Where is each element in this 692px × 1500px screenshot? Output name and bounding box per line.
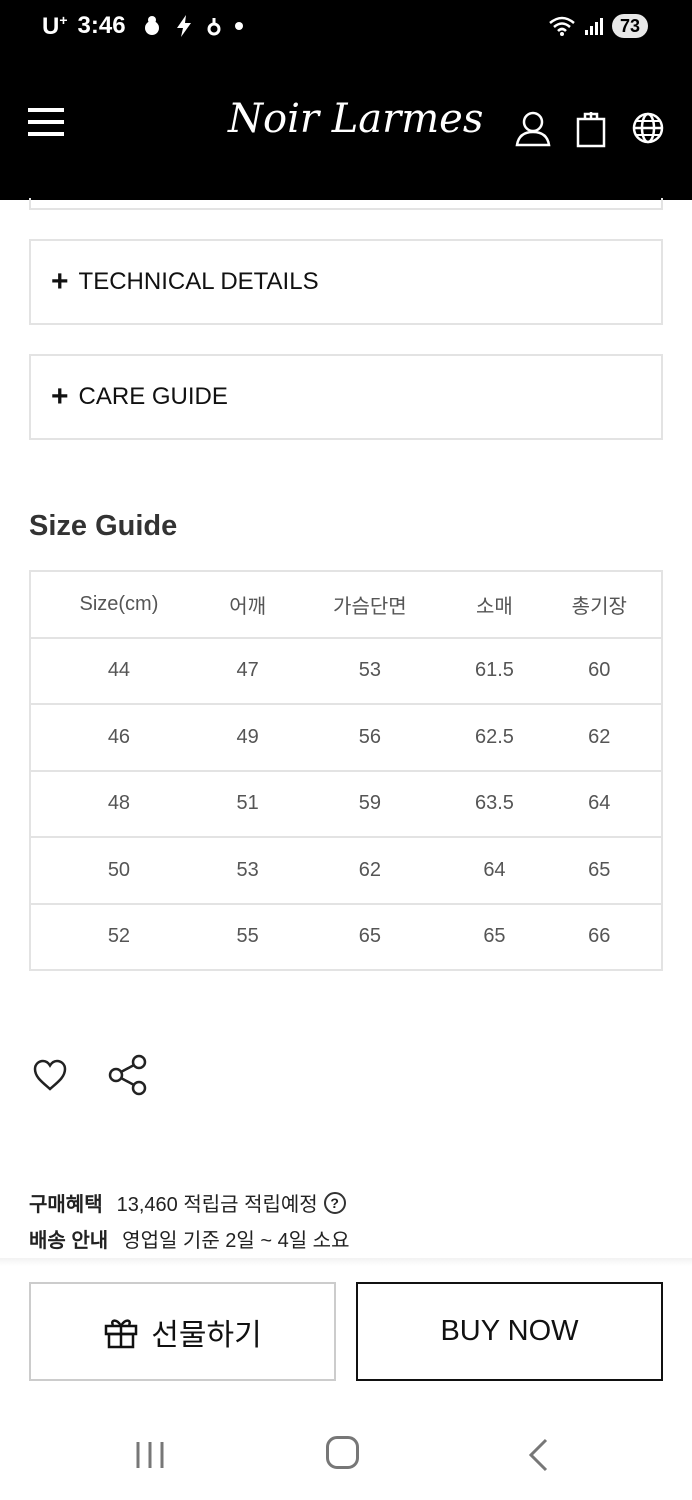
notification-icons bbox=[142, 14, 244, 38]
accordion-care-guide[interactable]: + CARE GUIDE bbox=[29, 354, 663, 440]
dot-icon bbox=[234, 22, 243, 30]
accordion-technical-details[interactable]: + TECHNICAL DETAILS bbox=[29, 239, 663, 325]
globe-icon[interactable] bbox=[632, 110, 664, 146]
status-left: U+ 3:46 bbox=[42, 0, 244, 52]
table-cell: 63.5 bbox=[451, 769, 538, 838]
table-cell: 65 bbox=[288, 902, 452, 971]
brand-logo[interactable]: Noir Larmes bbox=[228, 96, 483, 142]
accordion-label: CARE GUIDE bbox=[78, 383, 228, 410]
table-cell: 44 bbox=[29, 636, 207, 705]
table-header-cell: 소매 bbox=[451, 570, 538, 639]
table-header-cell: 어깨 bbox=[206, 570, 289, 639]
app-notification-icon bbox=[207, 18, 221, 36]
table-cell: 53 bbox=[206, 836, 289, 905]
table-cell: 47 bbox=[206, 636, 289, 705]
table-cell: 64 bbox=[451, 836, 538, 905]
table-cell: 55 bbox=[206, 902, 289, 971]
app-notification-icon bbox=[144, 16, 159, 35]
table-cell: 56 bbox=[288, 703, 452, 772]
back-icon[interactable] bbox=[526, 1438, 550, 1472]
table-cell: 51 bbox=[206, 769, 289, 838]
table-cell: 62.5 bbox=[451, 703, 538, 772]
system-navigation-bar bbox=[0, 1410, 692, 1500]
shipping-value: 영업일 기준 2일 ~ 4일 소요 bbox=[122, 1230, 350, 1252]
size-guide-table: Size(cm) 어깨 가슴단면 소매 총기장 44 47 53 61.5 60… bbox=[29, 570, 664, 971]
table-row: 46 49 56 62.5 62 bbox=[29, 703, 664, 772]
buy-now-button[interactable]: BUY NOW bbox=[356, 1282, 663, 1381]
recent-apps-icon[interactable] bbox=[134, 1440, 166, 1470]
shipping-info-line: 배송 안내 영업일 기준 2일 ~ 4일 소요 bbox=[29, 1224, 349, 1253]
status-bar: U+ 3:46 73 bbox=[0, 0, 692, 52]
shopping-bag-icon[interactable] bbox=[576, 110, 606, 148]
table-header-cell: 총기장 bbox=[537, 570, 664, 639]
site-header: Noir Larmes bbox=[0, 52, 692, 200]
table-row: 50 53 62 64 65 bbox=[29, 836, 664, 905]
table-cell: 62 bbox=[288, 836, 452, 905]
home-icon[interactable] bbox=[326, 1436, 359, 1469]
size-guide-title: Size Guide bbox=[29, 510, 178, 542]
table-cell: 64 bbox=[537, 769, 664, 838]
table-cell: 59 bbox=[288, 769, 452, 838]
table-cell: 62 bbox=[537, 703, 664, 772]
wishlist-heart-icon[interactable] bbox=[32, 1058, 68, 1092]
help-question-icon[interactable]: ? bbox=[323, 1191, 346, 1214]
plus-icon: + bbox=[51, 265, 69, 298]
clock: 3:46 bbox=[77, 12, 126, 39]
table-cell: 66 bbox=[537, 902, 664, 971]
battery-indicator: 73 bbox=[611, 14, 648, 38]
accordion-label: TECHNICAL DETAILS bbox=[78, 268, 319, 295]
table-cell: 53 bbox=[288, 636, 452, 705]
previous-accordion-edge bbox=[29, 198, 663, 210]
purchase-benefit-line: 구매혜택 13,460 적립금 적립예정 ? bbox=[29, 1188, 346, 1217]
buy-now-label: BUY NOW bbox=[440, 1315, 579, 1347]
table-cell: 50 bbox=[29, 836, 207, 905]
battery-level: 73 bbox=[619, 15, 640, 36]
charging-bolt-icon bbox=[176, 15, 191, 37]
signal-icon bbox=[584, 18, 603, 35]
table-cell: 65 bbox=[537, 836, 664, 905]
status-right: 73 bbox=[548, 0, 648, 52]
wifi-icon bbox=[549, 16, 575, 36]
hamburger-menu-icon[interactable] bbox=[28, 108, 64, 140]
carrier-label: U+ bbox=[42, 11, 68, 40]
benefit-value: 13,460 적립금 적립예정 bbox=[116, 1194, 318, 1216]
table-cell: 61.5 bbox=[451, 636, 538, 705]
table-row: 48 51 59 63.5 64 bbox=[29, 769, 664, 838]
plus-icon: + bbox=[51, 380, 69, 413]
table-cell: 49 bbox=[206, 703, 289, 772]
table-cell: 52 bbox=[29, 902, 207, 971]
benefit-label: 구매혜택 bbox=[29, 1194, 103, 1216]
table-cell: 46 bbox=[29, 703, 207, 772]
table-cell: 65 bbox=[451, 902, 538, 971]
share-icon[interactable] bbox=[106, 1054, 150, 1096]
table-cell: 48 bbox=[29, 769, 207, 838]
table-cell: 60 bbox=[537, 636, 664, 705]
table-header-cell: Size(cm) bbox=[29, 570, 207, 639]
table-row: 44 47 53 61.5 60 bbox=[29, 636, 664, 705]
table-row: 52 55 65 65 66 bbox=[29, 902, 664, 971]
table-header-row: Size(cm) 어깨 가슴단면 소매 총기장 bbox=[29, 570, 664, 639]
gift-icon bbox=[105, 1318, 138, 1348]
shipping-label: 배송 안내 bbox=[29, 1230, 109, 1252]
bottom-bar-divider bbox=[0, 1258, 692, 1266]
gift-button[interactable]: 선물하기 bbox=[29, 1282, 336, 1381]
account-icon[interactable] bbox=[514, 110, 552, 148]
table-header-cell: 가슴단면 bbox=[288, 570, 452, 639]
gift-button-label: 선물하기 bbox=[151, 1318, 262, 1352]
